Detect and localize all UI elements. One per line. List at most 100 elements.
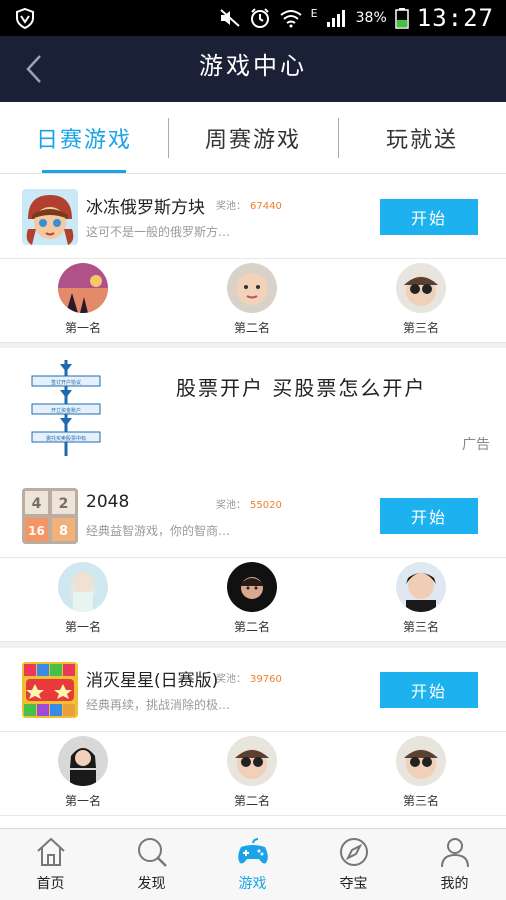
tab-daily[interactable]: 日赛游戏	[0, 102, 168, 174]
rank-label: 第一名	[64, 794, 101, 808]
rank-row: 第一名 第二名 第三名	[0, 259, 506, 343]
tile-value: 16	[28, 524, 45, 538]
page-title: 游戏中心	[199, 52, 307, 80]
rank-third[interactable]: 第三名	[381, 562, 461, 642]
nav-games-label: 游戏	[238, 876, 267, 892]
start-button[interactable]: 开始	[380, 498, 478, 534]
game-row-popstar[interactable]: 消灭星星(日赛版) 奖池： 39760 经典再续，挑战消除的极… 开始	[0, 648, 506, 732]
tab-weekly[interactable]: 周赛游戏	[168, 102, 338, 174]
prize-amount: 55020	[250, 500, 282, 511]
rank-label: 第一名	[64, 321, 101, 335]
rank-label: 第三名	[402, 321, 439, 335]
home-icon	[37, 837, 65, 866]
avatar	[227, 736, 277, 786]
game-description: 这可不是一般的俄罗斯方…	[86, 225, 231, 239]
status-bar: E 38% 13:27	[0, 0, 506, 36]
popstar-game-icon	[22, 662, 78, 718]
gamepad-icon	[238, 838, 268, 864]
game-description: 经典益智游戏，你的智商…	[86, 524, 231, 538]
avatar	[227, 562, 277, 612]
mute-icon	[220, 9, 240, 27]
rank-label: 第三名	[402, 620, 439, 634]
clock: 13:27	[416, 4, 494, 32]
game-description: 经典再续，挑战消除的极…	[86, 698, 231, 712]
rank-third[interactable]: 第三名	[381, 263, 461, 343]
alarm-icon	[250, 8, 269, 28]
avatar	[58, 263, 108, 313]
rank-label: 第二名	[233, 620, 270, 634]
prize-label: 奖池：	[216, 201, 246, 212]
tile-value: 8	[59, 524, 68, 539]
game-name: 冰冻俄罗斯方块	[86, 198, 205, 218]
network-type: E	[310, 6, 318, 20]
nav-treasure-label: 夺宝	[339, 876, 368, 892]
tab-bar: 日赛游戏 周赛游戏 玩就送	[0, 102, 506, 174]
tab-play-gift[interactable]: 玩就送	[338, 102, 506, 174]
prize-pool: 奖池： 55020	[216, 496, 282, 511]
rank-first[interactable]: 第一名	[43, 736, 123, 816]
prize-pool: 奖池： 67440	[216, 197, 282, 212]
tab-daily-label: 日赛游戏	[35, 128, 132, 153]
avatar	[58, 562, 108, 612]
rank-label: 第一名	[64, 620, 101, 634]
ad-title[interactable]: 股票开户 买股票怎么开户	[176, 372, 426, 401]
flow-step: 签订开户协议	[51, 379, 81, 386]
rank-label: 第二名	[233, 321, 270, 335]
prize-label: 奖池：	[216, 500, 246, 511]
nav-home-label: 首页	[36, 876, 65, 892]
game-row-tetris[interactable]: 冰冻俄罗斯方块 奖池： 67440 这可不是一般的俄罗斯方… 开始	[0, 175, 506, 259]
prize-amount: 67440	[250, 201, 282, 212]
prize-label: 奖池：	[216, 674, 246, 685]
compass-icon	[340, 838, 368, 866]
rank-label: 第二名	[233, 794, 270, 808]
nav-mine[interactable]: 我的	[404, 829, 505, 900]
prize-pool: 奖池： 39760	[216, 670, 282, 685]
game-name: 消灭星星(日赛版)	[86, 671, 219, 691]
flow-step: 委托买卖股票中标	[46, 435, 86, 442]
avatar	[58, 736, 108, 786]
shield-v-icon	[16, 7, 34, 29]
rank-second[interactable]: 第二名	[212, 263, 292, 343]
2048-game-icon: 4 2 16 8	[22, 488, 78, 544]
rank-row: 第一名 第二名 第三名	[0, 558, 506, 642]
tab-weekly-label: 周赛游戏	[204, 128, 301, 153]
flow-step: 开立资金账户	[51, 407, 81, 414]
nav-games[interactable]: 游戏	[202, 829, 303, 900]
prize-amount: 39760	[250, 674, 282, 685]
battery-percent: 38%	[355, 10, 387, 26]
avatar	[396, 263, 446, 313]
game-row-2048[interactable]: 4 2 16 8 2048 奖池： 55020 经典益智游戏，你的智商… 开始	[0, 474, 506, 558]
wifi-icon	[280, 10, 302, 28]
ad-banner[interactable]: 签订开户协议 开立资金账户 委托买卖股票中标 股票开户 买股票怎么开户 广告	[0, 348, 506, 474]
rank-third[interactable]: 第三名	[381, 736, 461, 816]
tab-active-indicator	[42, 170, 126, 173]
search-icon	[138, 838, 167, 867]
start-button[interactable]: 开始	[380, 199, 478, 235]
avatar	[227, 263, 277, 313]
ad-tag: 广告	[462, 437, 490, 453]
start-button[interactable]: 开始	[380, 672, 478, 708]
title-bar: 游戏中心	[0, 36, 506, 102]
bottom-nav: 首页 发现 游戏 夺宝 我的	[0, 828, 506, 900]
rank-second[interactable]: 第二名	[212, 736, 292, 816]
avatar	[396, 736, 446, 786]
rank-label: 第三名	[402, 794, 439, 808]
flowchart-image: 签订开户协议 开立资金账户 委托买卖股票中标	[30, 360, 102, 460]
rank-first[interactable]: 第一名	[43, 562, 123, 642]
nav-treasure[interactable]: 夺宝	[303, 829, 404, 900]
signal-icon	[326, 10, 345, 27]
rank-first[interactable]: 第一名	[43, 263, 123, 343]
nav-discover[interactable]: 发现	[101, 829, 202, 900]
tab-play-gift-label: 玩就送	[385, 128, 458, 153]
battery-icon	[395, 8, 409, 29]
rank-row: 第一名 第二名 第三名	[0, 732, 506, 816]
tile-value: 4	[32, 496, 42, 512]
user-icon	[441, 838, 469, 868]
nav-home[interactable]: 首页	[0, 829, 101, 900]
nav-mine-label: 我的	[440, 876, 469, 892]
tile-value: 2	[59, 496, 69, 512]
nav-discover-label: 发现	[137, 876, 166, 892]
tetris-game-icon	[22, 189, 78, 245]
game-name: 2048	[86, 492, 130, 512]
rank-second[interactable]: 第二名	[212, 562, 292, 642]
